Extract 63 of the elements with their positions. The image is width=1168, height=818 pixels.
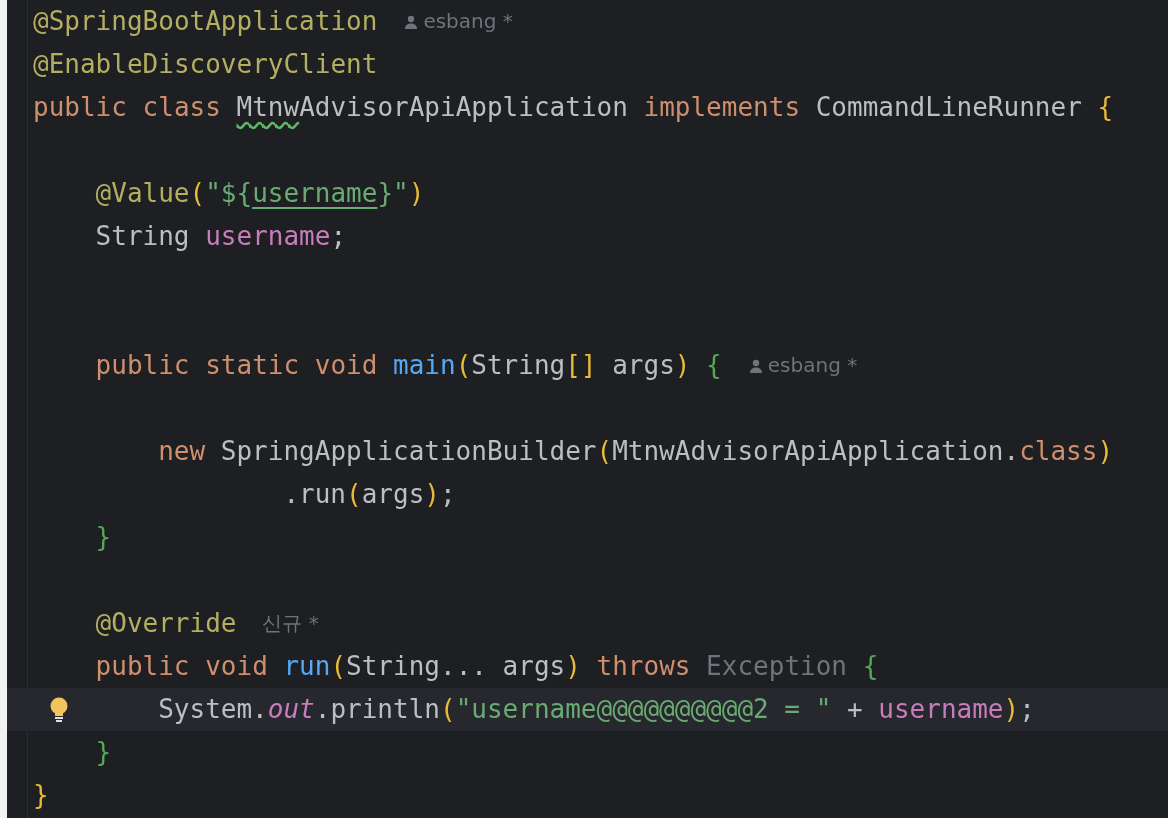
code-text: String [95, 220, 191, 253]
field-name: username [878, 693, 1004, 726]
bracket-text: ) [674, 349, 691, 382]
code-text: System. [158, 693, 268, 726]
annotation-text: @EnableDiscoveryClient [33, 48, 378, 81]
bracket-text: ( [596, 435, 613, 468]
code-text: ; [439, 478, 456, 511]
brace-text: { [862, 650, 879, 683]
keyword-text: implements [643, 91, 802, 124]
code-text: ; [1019, 693, 1035, 726]
bracket-text: ( [330, 650, 347, 683]
bracket-text: [] [565, 349, 597, 382]
code-text: MtnwAdvisorApiApplication. [612, 435, 1020, 468]
keyword-text: throws [595, 650, 692, 683]
string-literal: "username@@@@@@@@@@2 = " [455, 693, 832, 726]
person-icon [403, 13, 420, 30]
code-text: .run [283, 478, 346, 511]
annotation-text: @SpringBootApplication [33, 5, 378, 38]
code-text: SpringApplicationBuilder [220, 435, 597, 468]
code-text: AdvisorApiApplication [299, 91, 629, 124]
keyword-text: public static void [95, 349, 379, 382]
field-name: username [205, 220, 331, 253]
author-hint[interactable]: esbang * [403, 0, 513, 43]
bracket-text: ( [346, 478, 362, 511]
code-text: + [845, 693, 864, 726]
code-text: String... args [346, 650, 566, 683]
lightbulb-icon[interactable] [49, 697, 69, 723]
annotation-text: @Value [95, 177, 190, 210]
code-text: CommandLineRunner [815, 91, 1083, 124]
brace-text: { [705, 349, 722, 382]
bracket-text: ) [424, 478, 440, 511]
keyword-text: public void [95, 650, 269, 683]
method-name: run [283, 650, 331, 683]
author-hint[interactable]: 신규 * [262, 602, 319, 645]
code-text: String [471, 349, 566, 382]
keyword-text: public class [33, 91, 222, 124]
string-literal: }" [377, 177, 409, 210]
bracket-text: ) [1097, 435, 1114, 468]
bracket-text: ) [1003, 693, 1020, 726]
class-name-text: Mtnw [236, 91, 300, 124]
bracket-text: ( [455, 349, 472, 382]
string-literal: "${ [205, 177, 253, 210]
keyword-text: class [1019, 435, 1098, 468]
property-reference: username [252, 177, 378, 210]
static-field: out [267, 688, 315, 731]
method-name: main [393, 349, 456, 382]
brace-text: } [95, 521, 112, 554]
author-hint[interactable]: esbang * [747, 344, 858, 387]
brace-text: } [95, 736, 112, 769]
bracket-text: ( [439, 693, 456, 726]
bracket-text: ) [565, 650, 581, 683]
code-text: .println [314, 693, 440, 726]
bracket-text: ) [408, 177, 425, 210]
code-text: ; [330, 220, 347, 253]
keyword-text: new [158, 435, 207, 468]
bracket-text: { [1097, 91, 1114, 124]
person-icon [747, 357, 764, 374]
bracket-text: ( [189, 177, 206, 210]
code-text: args [611, 349, 675, 382]
code-text: args [361, 478, 425, 511]
type-name: Exception [706, 650, 848, 683]
annotation-text: @Override [95, 607, 237, 640]
bracket-text: } [33, 779, 49, 812]
